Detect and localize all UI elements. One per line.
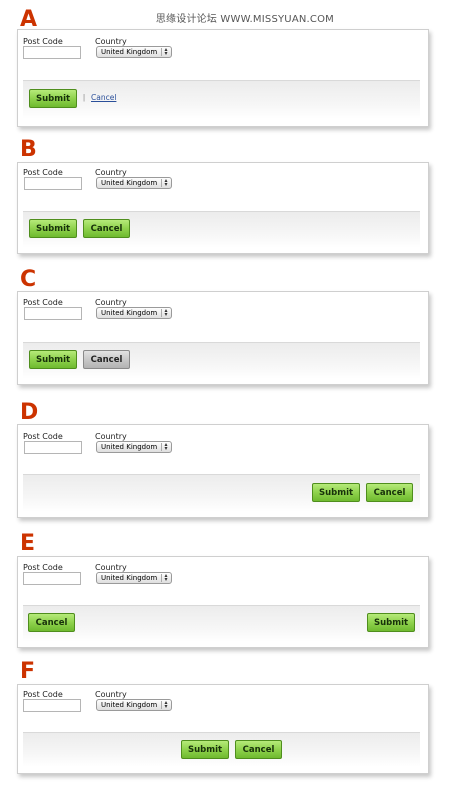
chevron-updown-icon: ▴ ▾ [161,700,170,710]
post-code-input[interactable] [24,177,82,190]
country-select-value: United Kingdom [101,48,158,56]
variant-letter: E [20,531,36,556]
cancel-button[interactable]: Cancel [235,740,282,759]
chevron-updown-icon: ▴ ▾ [161,178,170,188]
country-select[interactable]: United Kingdom ▴ ▾ [96,699,172,711]
post-code-label: Post Code [23,432,63,441]
cancel-link[interactable]: Cancel [91,93,116,102]
form-panel: Post Code Country United Kingdom ▴ ▾ Subm… [17,162,429,254]
country-label: Country [95,168,127,177]
chevron-updown-icon: ▴ ▾ [161,308,170,318]
cancel-button[interactable]: Cancel [83,350,130,369]
post-code-label: Post Code [23,298,63,307]
form-panel: Post Code Country United Kingdom ▴ ▾ Subm… [17,29,429,127]
country-label: Country [95,690,127,699]
separator: | [83,93,86,102]
form-panel: Post Code Country United Kingdom ▴ ▾ Subm… [17,684,429,774]
chevron-updown-icon: ▴ ▾ [161,47,170,57]
chevron-updown-icon: ▴ ▾ [161,573,170,583]
post-code-label: Post Code [23,563,63,572]
action-bar: Submit Cancel [23,211,420,248]
post-code-label: Post Code [23,690,63,699]
post-code-input[interactable] [24,307,82,320]
post-code-label: Post Code [23,168,63,177]
submit-button[interactable]: Submit [29,89,77,108]
variant-letter: C [20,267,37,292]
country-label: Country [95,37,127,46]
post-code-input[interactable] [23,699,81,712]
post-code-input[interactable] [23,46,81,59]
submit-button[interactable]: Submit [312,483,360,502]
country-select[interactable]: United Kingdom ▴ ▾ [96,307,172,319]
variant-letter: B [20,137,37,162]
country-select-value: United Kingdom [101,574,158,582]
country-select[interactable]: United Kingdom ▴ ▾ [96,441,172,453]
country-select[interactable]: United Kingdom ▴ ▾ [96,46,172,58]
action-bar: Submit | Cancel [23,80,420,119]
variant-letter: D [20,400,39,425]
form-panel: Post Code Country United Kingdom ▴ ▾ Subm… [17,291,429,385]
action-bar: Submit Cancel [23,732,420,767]
action-bar: Cancel Submit [23,605,420,642]
cancel-button[interactable]: Cancel [366,483,413,502]
submit-button[interactable]: Submit [29,219,77,238]
country-select-value: United Kingdom [101,701,158,709]
form-panel: Post Code Country United Kingdom ▴ ▾ Subm… [17,424,429,518]
action-bar: Submit Cancel [23,474,420,512]
chevron-updown-icon: ▴ ▾ [161,442,170,452]
country-select-value: United Kingdom [101,309,158,317]
country-select-value: United Kingdom [101,179,158,187]
form-panel: Post Code Country United Kingdom ▴ ▾ Canc… [17,556,429,648]
variant-letter: F [20,659,36,684]
submit-button[interactable]: Submit [367,613,415,632]
country-label: Country [95,432,127,441]
submit-button[interactable]: Submit [29,350,77,369]
country-label: Country [95,298,127,307]
post-code-input[interactable] [23,572,81,585]
action-bar: Submit Cancel [23,342,420,379]
country-select[interactable]: United Kingdom ▴ ▾ [96,572,172,584]
watermark: 思缘设计论坛 WWW.MISSYUAN.COM [155,14,334,25]
country-select[interactable]: United Kingdom ▴ ▾ [96,177,172,189]
country-select-value: United Kingdom [101,443,158,451]
cancel-button[interactable]: Cancel [28,613,75,632]
post-code-input[interactable] [24,441,82,454]
country-label: Country [95,563,127,572]
cancel-button[interactable]: Cancel [83,219,130,238]
variant-letter: A [20,7,38,32]
post-code-label: Post Code [23,37,63,46]
submit-button[interactable]: Submit [181,740,229,759]
